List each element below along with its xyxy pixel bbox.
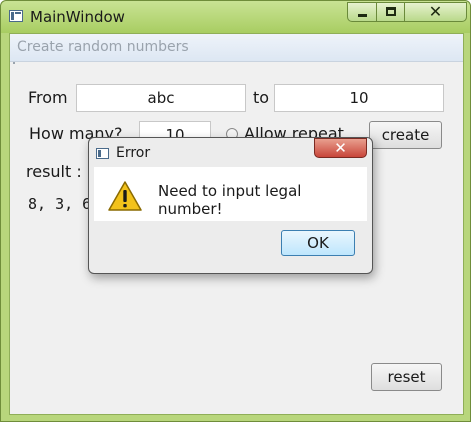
- close-icon: ✕: [428, 2, 443, 21]
- window-title: MainWindow: [30, 8, 125, 26]
- toolbar: Create random numbers: [10, 34, 463, 62]
- toolbar-label[interactable]: Create random numbers: [17, 39, 189, 55]
- close-button[interactable]: ✕: [404, 2, 467, 22]
- result-label: result :: [26, 162, 82, 181]
- maximize-icon: [386, 7, 396, 16]
- maximize-button[interactable]: [376, 2, 405, 22]
- title-bar[interactable]: MainWindow ✕: [1, 1, 470, 33]
- dialog-close-button[interactable]: ✕: [314, 138, 367, 158]
- warning-icon: [108, 181, 142, 211]
- create-button[interactable]: create: [369, 121, 442, 149]
- to-label: to: [253, 88, 270, 107]
- minimize-icon: [358, 14, 367, 17]
- dialog-body: Need to input legal number!: [94, 167, 367, 221]
- close-icon: ✕: [334, 139, 347, 157]
- app-window-icon: [96, 148, 109, 159]
- reset-button[interactable]: reset: [371, 363, 442, 391]
- minimize-button[interactable]: [347, 2, 377, 22]
- from-label: From: [28, 88, 68, 107]
- error-dialog: Error ✕ Need to input legal number! OK: [88, 137, 373, 274]
- to-input[interactable]: 10: [274, 84, 444, 112]
- from-input[interactable]: abc: [76, 84, 246, 112]
- toolbar-grip: [13, 62, 15, 64]
- ok-button[interactable]: OK: [281, 230, 355, 256]
- dialog-message: Need to input legal number!: [158, 182, 302, 218]
- app-window-icon: [9, 10, 23, 22]
- dialog-title: Error: [116, 145, 151, 161]
